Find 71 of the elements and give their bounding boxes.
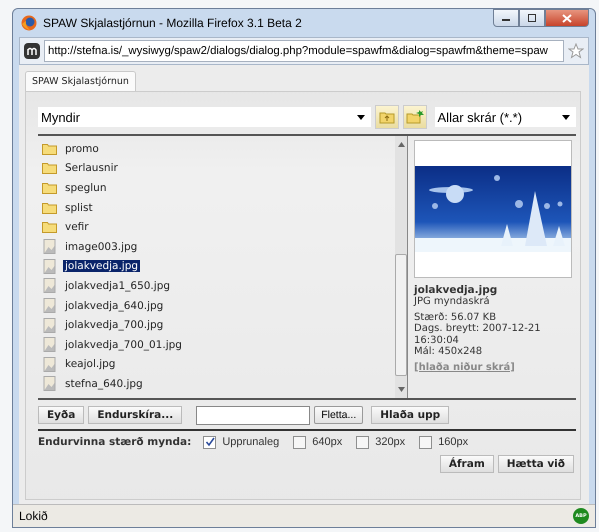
tab[interactable]: SPAW Skjalastjórnun	[25, 71, 136, 91]
image-file-icon	[42, 376, 57, 392]
window-title: SPAW Skjalastjórnun - Mozilla Firefox 3.1 Beta 2	[43, 16, 302, 30]
image-file-icon	[42, 278, 57, 294]
folder-icon	[42, 142, 57, 155]
file-item[interactable]: promo	[63, 142, 101, 155]
folder-dropdown[interactable]: Myndir	[38, 107, 371, 127]
file-detail: Stærð: 56.07 KB	[414, 312, 498, 323]
checkbox[interactable]	[356, 436, 370, 448]
new-folder-button[interactable]	[402, 105, 427, 129]
file-type: JPG myndaskrá	[414, 296, 491, 308]
dialog-button[interactable]: Áfram	[440, 455, 494, 473]
scroll-down-icon[interactable]	[398, 387, 404, 392]
resize-label: Endurvinna stærð mynda:	[38, 436, 192, 448]
scroll-up-icon[interactable]	[398, 142, 404, 147]
checkbox[interactable]	[293, 436, 306, 448]
checkbox[interactable]	[419, 436, 432, 448]
image-file-icon	[42, 239, 57, 254]
file-detail: 16:30:04	[414, 334, 460, 346]
file-item[interactable]: keajol.jpg	[63, 358, 118, 370]
file-action-button[interactable]: Endurskíra...	[88, 406, 182, 424]
star-icon[interactable]	[568, 43, 584, 59]
scrollbar[interactable]	[395, 136, 407, 398]
file-item[interactable]: jolakvedja.jpg	[63, 260, 140, 272]
file-item[interactable]: jolakvedja_700.jpg	[63, 319, 166, 332]
minimize-button[interactable]	[493, 9, 519, 27]
dialog-button[interactable]: Hætta við	[498, 455, 574, 473]
checkbox[interactable]	[203, 436, 216, 448]
file-detail: Dags. breytt: 2007-12-21	[414, 323, 542, 334]
file-item[interactable]: image003.jpg	[63, 240, 140, 253]
checkbox-label: 160px	[438, 436, 468, 448]
folder-icon	[42, 182, 57, 194]
file-detail: Mál: 450x248	[414, 346, 484, 358]
maximize-icon	[527, 14, 537, 22]
image-file-icon	[42, 337, 57, 352]
file-item[interactable]: speglun	[63, 182, 108, 194]
file-item[interactable]: Serlausnir	[63, 162, 120, 174]
upload-button[interactable]: Hlaða upp	[371, 406, 450, 424]
checkbox-label: Upprunaleg	[222, 436, 280, 448]
filter-dropdown[interactable]: Allar skrár (*.*)	[434, 107, 576, 127]
close-button[interactable]	[545, 9, 589, 27]
caret-icon	[562, 114, 570, 120]
image-file-icon	[42, 356, 57, 372]
image-file-icon	[42, 318, 57, 333]
site-icon	[24, 43, 40, 59]
firefox-icon	[21, 15, 37, 31]
file-item[interactable]: stefna_640.jpg	[63, 378, 145, 390]
folder-up-icon	[378, 110, 395, 124]
folder-icon	[42, 221, 57, 234]
file-path-field[interactable]	[196, 406, 310, 424]
file-item[interactable]: jolakvedja_700_01.jpg	[63, 338, 184, 351]
new-folder-icon	[406, 110, 424, 124]
image-file-icon	[42, 258, 57, 274]
file-item[interactable]: splist	[63, 202, 95, 214]
file-item[interactable]: vefir	[63, 221, 91, 234]
close-icon	[562, 14, 572, 22]
checkbox-label: 320px	[375, 436, 406, 448]
file-name: jolakvedja.jpg	[414, 284, 498, 296]
file-item[interactable]: jolakvedja1_650.jpg	[63, 280, 172, 292]
status-text: Lokið	[19, 509, 48, 523]
caret-icon	[356, 114, 365, 120]
browse-button[interactable]: Fletta...	[314, 406, 364, 424]
image-file-icon	[42, 298, 57, 314]
checkbox-label: 640px	[312, 436, 342, 448]
file-item[interactable]: jolakvedja_640.jpg	[63, 300, 166, 312]
address-field[interactable]: http://stefna.is/_wysiwyg/spaw2/dialogs/dialog.php?module=spawfm&dialog=spawfm&theme=spaw	[44, 40, 564, 62]
folder-icon	[42, 162, 57, 174]
folder-up-button[interactable]	[374, 105, 399, 129]
folder-icon	[42, 202, 57, 214]
file-action-button[interactable]: Eyða	[38, 406, 84, 424]
maximize-button[interactable]	[519, 9, 545, 27]
